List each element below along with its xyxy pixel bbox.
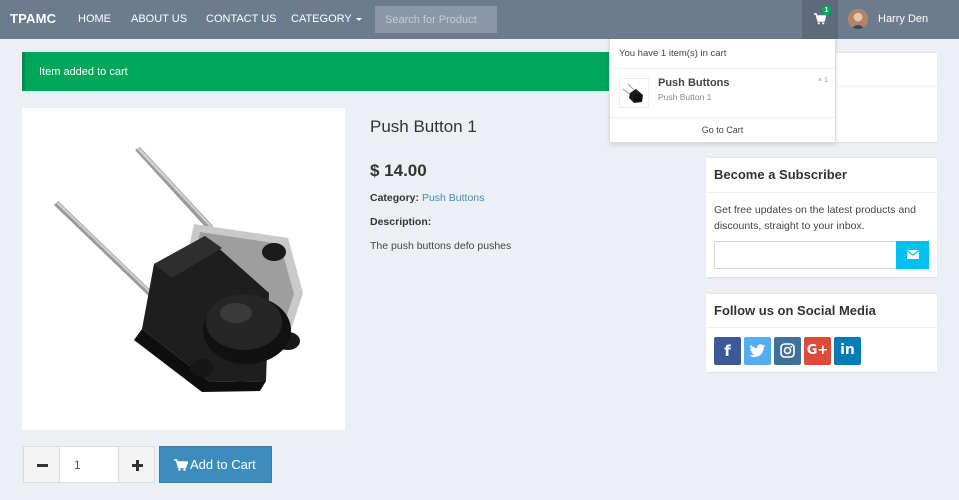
subscriber-email-input[interactable] (714, 241, 897, 269)
nav-contact-us[interactable]: CONTACT US (206, 13, 277, 25)
add-to-cart-button[interactable]: Add to Cart (159, 446, 272, 483)
shopping-cart-icon (174, 459, 188, 471)
envelope-icon (907, 250, 919, 259)
add-to-cart-label: Add to Cart (190, 457, 256, 472)
linkedin-icon[interactable]: in (834, 337, 861, 365)
nav-about-us[interactable]: ABOUT US (131, 13, 187, 25)
decrease-quantity-button[interactable] (23, 446, 60, 483)
user-name: Harry Den (878, 13, 929, 25)
cart-button[interactable]: 1 (802, 0, 838, 39)
product-price: $ 14.00 (370, 161, 427, 180)
nav-category-label: CATEGORY (291, 13, 352, 25)
product-description: The push buttons defo pushes (370, 240, 512, 252)
social-box: Follow us on Social Media f G+ in (706, 293, 937, 372)
product-title: Push Button 1 (370, 117, 477, 136)
subscriber-text: Get free updates on the latest products … (714, 204, 916, 232)
search-input[interactable] (375, 6, 497, 33)
product-image (22, 108, 345, 430)
cart-item-thumbnail (619, 78, 649, 108)
divider (610, 68, 835, 69)
cart-item-subtitle: Push Button 1 (658, 92, 712, 102)
facebook-icon[interactable]: f (714, 337, 741, 365)
success-alert: Item added to cart (22, 52, 647, 91)
alert-message: Item added to cart (39, 66, 128, 78)
user-avatar (848, 9, 868, 29)
divider (706, 327, 937, 328)
brand-logo[interactable]: TPAMC (10, 11, 56, 26)
subscriber-box: Become a Subscriber Get free updates on … (706, 157, 937, 277)
divider (610, 117, 835, 118)
subscriber-title: Become a Subscriber (714, 167, 847, 182)
cart-item-quantity: × 1 (818, 77, 828, 84)
cart-dropdown-header: You have 1 item(s) in cart (619, 48, 727, 59)
divider (706, 192, 937, 193)
navbar: TPAMC HOME ABOUT US CONTACT US CATEGORY … (0, 0, 959, 39)
cart-count-badge: 1 (822, 6, 831, 15)
instagram-icon[interactable] (774, 337, 801, 365)
description-label: Description: (370, 216, 432, 228)
caret-down-icon (355, 17, 362, 21)
cart-item-title[interactable]: Push Buttons (658, 77, 730, 89)
google-plus-icon[interactable]: G+ (804, 337, 831, 365)
push-button-image (54, 147, 303, 392)
go-to-cart-link[interactable]: Go to Cart (610, 125, 835, 135)
category-link[interactable]: Push Buttons (422, 192, 484, 204)
nav-home[interactable]: HOME (78, 13, 111, 25)
social-title: Follow us on Social Media (714, 303, 876, 318)
product-category: Category: Push Buttons (370, 192, 484, 204)
increase-quantity-button[interactable] (118, 446, 155, 483)
category-label: Category: (370, 192, 420, 204)
quantity-input[interactable] (60, 446, 118, 483)
cart-dropdown: You have 1 item(s) in cart Push Buttons … (609, 39, 836, 143)
nav-category-dropdown[interactable]: CATEGORY (291, 13, 362, 25)
subscribe-button[interactable] (896, 241, 929, 269)
twitter-icon[interactable] (744, 337, 771, 365)
